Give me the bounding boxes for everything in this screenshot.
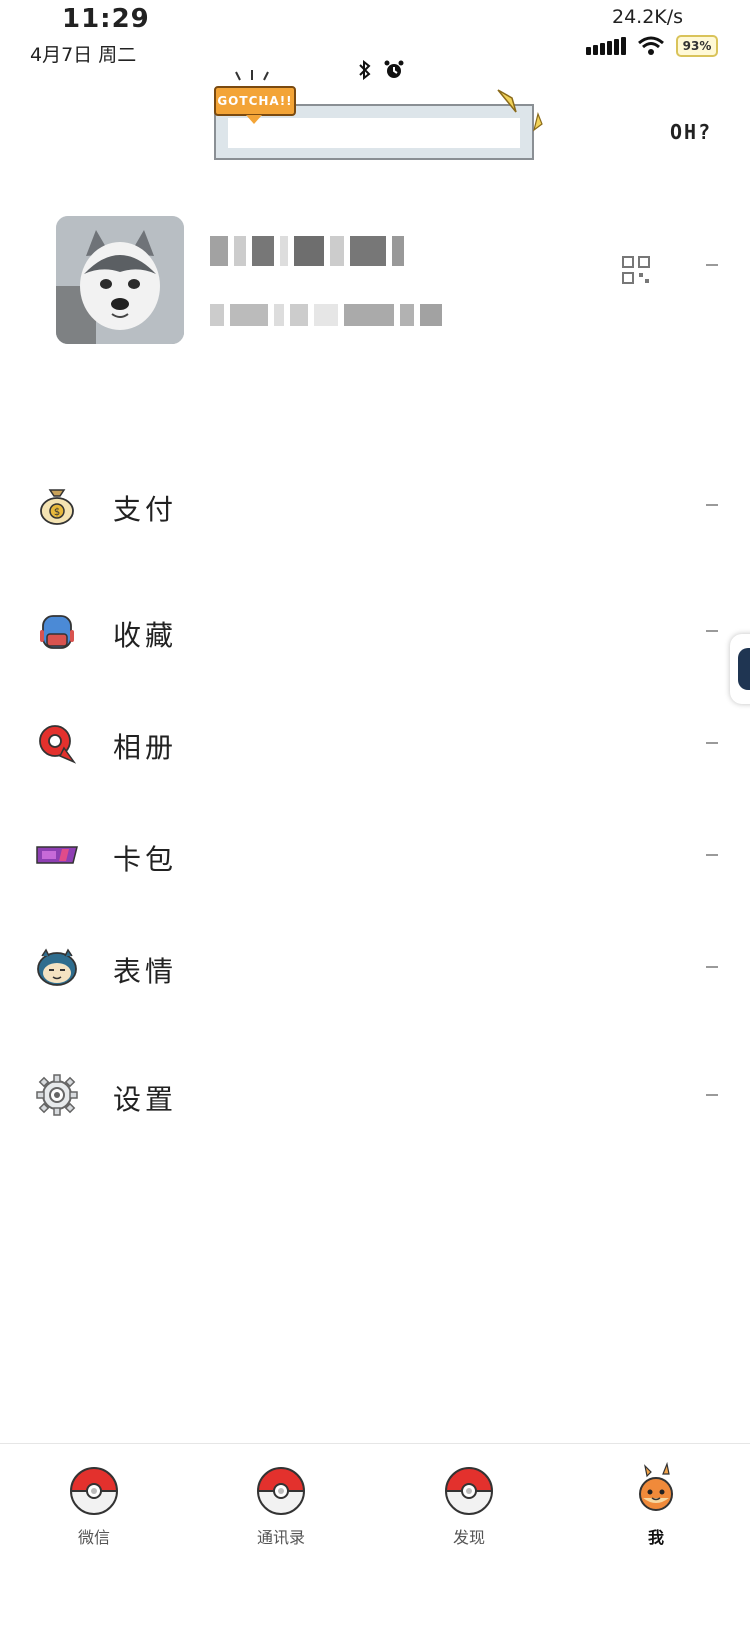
profile-arrow[interactable] [706, 264, 718, 266]
bluetooth-icon [359, 60, 371, 80]
menu-label: 表情 [113, 955, 178, 988]
husky-avatar-icon [56, 216, 184, 344]
menu-item-favorites[interactable]: 收藏 [0, 596, 750, 666]
qr-code-icon[interactable] [622, 256, 650, 284]
snorlax-icon [37, 948, 77, 986]
menu-label: 设置 [113, 1083, 178, 1116]
menu-item-cards[interactable]: 卡包 [0, 820, 750, 890]
signal-icon [586, 37, 626, 55]
chevron-icon [706, 630, 718, 632]
tab-label: 通讯录 [256, 1528, 305, 1547]
pokeball-icon [70, 1467, 118, 1515]
tab-discover[interactable]: 发现 [409, 1466, 529, 1548]
status-time: 11:29 [62, 4, 150, 34]
tab-contacts[interactable]: 通讯录 [221, 1466, 341, 1548]
alarm-icon [384, 60, 404, 78]
tab-label: 发现 [452, 1528, 485, 1547]
bottom-tabbar: 微信 通讯录 发现 我 [0, 1443, 750, 1625]
tab-label: 微信 [77, 1528, 110, 1547]
tab-me[interactable]: 我 [596, 1461, 716, 1548]
tab-label: 我 [647, 1528, 664, 1547]
card-icon [36, 846, 78, 864]
gear-icon [36, 1074, 78, 1116]
gotcha-badge: GOTCHA!! [214, 86, 296, 124]
menu-item-album[interactable]: 相册 [0, 708, 750, 778]
network-speed: 24.2K/s [612, 6, 684, 28]
status-extra-icons [358, 60, 404, 80]
sparkle-icon [235, 70, 269, 81]
charmander-icon [639, 1461, 673, 1511]
wifi-icon [638, 36, 664, 55]
menu-label: 卡包 [113, 843, 178, 876]
nickname-pixelated [210, 236, 404, 266]
pokeball-icon [257, 1467, 305, 1515]
money-bag-icon: $ [40, 489, 74, 525]
floating-assistant-handle[interactable] [730, 634, 750, 704]
menu-item-stickers[interactable]: 表情 [0, 932, 750, 1002]
menu-label: 支付 [113, 493, 178, 526]
wechat-id-pixelated [210, 304, 442, 326]
menu-item-pay[interactable]: $ 支付 [0, 470, 750, 540]
pokeball-icon [445, 1467, 493, 1515]
menu-item-settings[interactable]: 设置 [0, 1060, 750, 1130]
menu-label: 相册 [113, 731, 178, 764]
chevron-icon [706, 504, 718, 506]
pokedex-icon [39, 725, 77, 764]
chevron-icon [706, 854, 718, 856]
feather-icon [497, 89, 543, 132]
status-date: 4月7日 周二 [30, 44, 137, 66]
svg-text:$: $ [54, 507, 60, 518]
chevron-icon [706, 966, 718, 968]
menu-label: 收藏 [113, 619, 178, 652]
header-right-text[interactable]: OH? [670, 120, 712, 144]
chevron-icon [706, 1094, 718, 1096]
battery-indicator: 93% [676, 35, 718, 57]
status-icons: 93% [586, 34, 718, 58]
backpack-icon [40, 615, 74, 649]
tab-chats[interactable]: 微信 [34, 1466, 154, 1548]
chevron-icon [706, 742, 718, 744]
avatar[interactable] [56, 216, 184, 344]
